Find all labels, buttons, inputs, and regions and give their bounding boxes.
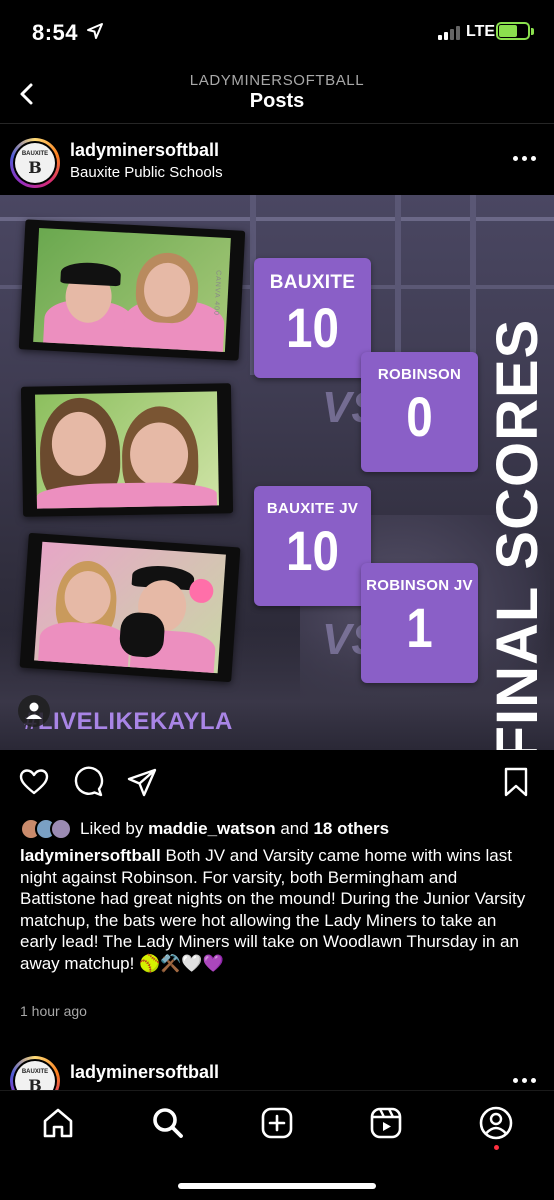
network-label: LTE [466,23,496,40]
status-time: 8:54 [32,20,79,45]
liker-username[interactable]: maddie_watson [148,819,276,839]
score-card-robinson-jv: ROBINSON JV 1 [361,563,478,683]
caption-text: Both JV and Varsity came home with wins … [20,846,526,973]
post-header: BAUXITE B ladyminersoftball Bauxite Publ… [0,128,554,194]
score-card-robinson: ROBINSON 0 [361,352,478,472]
post-actions [0,762,554,802]
post-timestamp: 1 hour ago [20,1003,87,1019]
team-score: 10 [286,519,339,582]
home-indicator [178,1183,376,1189]
post-caption: ladyminersoftball Both JV and Varsity ca… [20,845,536,975]
likes-others[interactable]: 18 others [313,819,389,839]
post-username[interactable]: ladyminersoftball [70,140,219,161]
team-score: 1 [406,596,433,659]
reels-icon[interactable] [368,1105,404,1141]
team-score: 10 [286,296,339,359]
avatar-logo-text: BAUXITE [21,151,49,157]
likes-prefix: Liked by [80,819,144,838]
caption-username[interactable]: ladyminersoftball [20,846,161,865]
post-username[interactable]: ladyminersoftball [70,1062,219,1083]
more-options-icon[interactable] [513,1078,536,1083]
create-icon[interactable] [259,1105,295,1141]
team-name: ROBINSON JV [366,577,473,594]
photo-frame [20,383,234,517]
photo-frame: CANVA 400 [18,219,246,361]
avatar[interactable]: BAUXITE B [10,138,60,188]
team-name: BAUXITE JV [266,500,359,517]
team-name: ROBINSON [377,366,462,383]
bookmark-icon[interactable] [500,766,532,798]
profile-icon[interactable] [478,1105,514,1141]
photo-frame [19,532,241,683]
signal-icon [438,26,460,40]
page-title: Posts [249,90,305,112]
avatar[interactable]: BAUXITE B [10,1056,60,1090]
heart-icon[interactable] [18,766,50,798]
share-icon[interactable] [126,766,158,798]
hashtag-text: #LIVELIKEKAYLA [24,708,233,735]
account-name: LADYMINERSOFTBALL [189,72,365,89]
liker-avatars [20,818,72,840]
location-arrow-icon [87,23,103,39]
avatar-logo-letter: B [28,158,42,177]
tagged-people-icon[interactable] [18,695,50,727]
post-location[interactable]: Bauxite Public Schools [70,164,223,181]
score-card-bauxite: BAUXITE 10 [254,258,371,378]
search-icon[interactable] [150,1105,186,1141]
home-icon[interactable] [40,1105,76,1141]
battery-icon [496,22,530,40]
page-header: LADYMINERSOFTBALL Posts [0,64,554,124]
status-bar: 8:54 LTE [0,0,554,64]
team-name: BAUXITE [269,272,356,293]
more-options-icon[interactable] [513,156,536,161]
next-post-header: BAUXITE B ladyminersoftball [0,1050,554,1090]
likes-connector: and [280,819,309,838]
comment-icon[interactable] [72,766,104,798]
team-score: 0 [406,385,433,448]
score-card-bauxite-jv: BAUXITE JV 10 [254,486,371,606]
notification-dot [494,1145,499,1150]
final-scores-headline: FINAL SCORES [485,318,550,750]
likes-summary[interactable]: Liked by maddie_watson and 18 others [20,816,389,842]
post-image[interactable]: VS VS CANVA 400 BAUXITE 10 ROBINSON 0 BA… [0,195,554,750]
